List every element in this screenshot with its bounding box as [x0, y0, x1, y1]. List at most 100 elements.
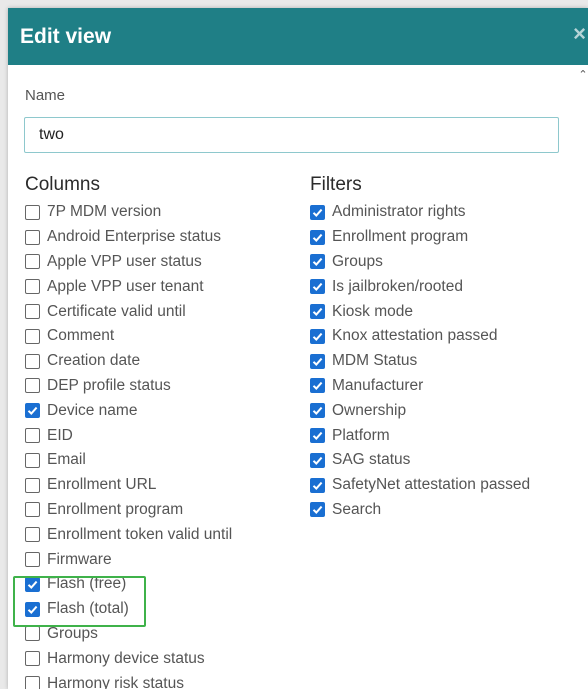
- column-item[interactable]: Groups: [25, 622, 232, 647]
- checkmark-icon: [312, 208, 323, 217]
- filter-item[interactable]: SafetyNet attestation passed: [310, 473, 530, 498]
- filter-item[interactable]: MDM Status: [310, 349, 530, 374]
- checkmark-icon: [312, 382, 323, 391]
- filter-item[interactable]: Groups: [310, 250, 530, 275]
- column-item[interactable]: Email: [25, 448, 232, 473]
- checkbox-unchecked[interactable]: [25, 651, 40, 667]
- checkbox-unchecked[interactable]: [25, 328, 40, 344]
- checkmark-icon: [312, 357, 323, 366]
- column-item-label: Comment: [47, 327, 115, 345]
- checkbox-unchecked[interactable]: [25, 353, 40, 369]
- checkbox-unchecked[interactable]: [25, 552, 40, 568]
- checkbox-unchecked[interactable]: [25, 229, 40, 245]
- checkbox-checked[interactable]: [310, 254, 325, 270]
- checkbox-checked[interactable]: [310, 353, 325, 369]
- column-item[interactable]: Comment: [25, 324, 232, 349]
- filter-item[interactable]: Search: [310, 498, 530, 523]
- columns-section: Columns 7P MDM version Android Enterprise…: [25, 173, 232, 689]
- checkbox-unchecked[interactable]: [25, 676, 40, 689]
- column-item[interactable]: Android Enterprise status: [25, 225, 232, 250]
- checkbox-unchecked[interactable]: [25, 279, 40, 295]
- scroll-up-icon[interactable]: ⌃: [578, 68, 588, 82]
- checkbox-checked[interactable]: [310, 304, 325, 320]
- column-item-label: Apple VPP user status: [47, 252, 202, 270]
- filter-item[interactable]: Ownership: [310, 398, 530, 423]
- checkbox-unchecked[interactable]: [25, 428, 40, 444]
- checkbox-unchecked[interactable]: [25, 502, 40, 518]
- column-item[interactable]: Enrollment URL: [25, 473, 232, 498]
- column-item[interactable]: Creation date: [25, 349, 232, 374]
- checkmark-icon: [312, 233, 323, 242]
- checkbox-checked[interactable]: [310, 279, 325, 295]
- checkbox-unchecked[interactable]: [25, 626, 40, 642]
- checkbox-checked[interactable]: [310, 403, 325, 419]
- column-item-label: DEP profile status: [47, 376, 171, 394]
- column-item-label: Enrollment program: [47, 500, 184, 518]
- checkmark-icon: [27, 407, 38, 416]
- column-item-label: Enrollment token valid until: [47, 525, 233, 543]
- checkbox-checked[interactable]: [310, 428, 325, 444]
- column-item[interactable]: Apple VPP user tenant: [25, 274, 232, 299]
- column-item[interactable]: EID: [25, 423, 232, 448]
- column-item[interactable]: Flash (free): [25, 572, 232, 597]
- checkmark-icon: [312, 481, 323, 490]
- column-item[interactable]: DEP profile status: [25, 374, 232, 399]
- column-item-label: Harmony risk status: [47, 674, 184, 689]
- filter-item[interactable]: Platform: [310, 423, 530, 448]
- column-item-label: 7P MDM version: [47, 203, 162, 221]
- checkmark-icon: [27, 580, 38, 589]
- filter-item-label: MDM Status: [332, 352, 418, 370]
- filter-item-label: Knox attestation passed: [332, 327, 498, 345]
- checkbox-checked[interactable]: [310, 452, 325, 468]
- checkbox-unchecked[interactable]: [25, 452, 40, 468]
- checkbox-checked[interactable]: [310, 229, 325, 245]
- checkmark-icon: [27, 605, 38, 614]
- filter-item[interactable]: Knox attestation passed: [310, 324, 530, 349]
- checkbox-checked[interactable]: [25, 403, 40, 419]
- dialog-header: Edit view ×: [8, 8, 588, 65]
- checkbox-checked[interactable]: [310, 204, 325, 220]
- close-icon[interactable]: ×: [573, 22, 586, 46]
- checkbox-checked[interactable]: [25, 601, 40, 617]
- checkmark-icon: [312, 456, 323, 465]
- column-item[interactable]: Certificate valid until: [25, 299, 232, 324]
- name-input[interactable]: [24, 117, 559, 153]
- checkbox-checked[interactable]: [310, 477, 325, 493]
- filter-item[interactable]: Enrollment program: [310, 225, 530, 250]
- column-item[interactable]: Harmony device status: [25, 646, 232, 671]
- checkbox-checked[interactable]: [310, 502, 325, 518]
- filter-item[interactable]: Administrator rights: [310, 200, 530, 225]
- column-item[interactable]: 7P MDM version: [25, 200, 232, 225]
- column-item-label: Harmony device status: [47, 649, 205, 667]
- column-item-label: Apple VPP user tenant: [47, 277, 204, 295]
- column-item[interactable]: Device name: [25, 398, 232, 423]
- filter-item[interactable]: Is jailbroken/rooted: [310, 274, 530, 299]
- checkbox-checked[interactable]: [25, 576, 40, 592]
- name-label: Name: [25, 87, 66, 104]
- filter-item-label: SafetyNet attestation passed: [332, 476, 531, 494]
- filter-item-label: Administrator rights: [332, 203, 466, 221]
- column-item[interactable]: Harmony risk status: [25, 671, 232, 689]
- checkbox-unchecked[interactable]: [25, 304, 40, 320]
- checkbox-unchecked[interactable]: [25, 204, 40, 220]
- column-item[interactable]: Enrollment token valid until: [25, 522, 232, 547]
- checkmark-icon: [312, 283, 323, 292]
- checkmark-icon: [312, 431, 323, 441]
- filter-item-label: Manufacturer: [332, 376, 424, 394]
- column-item[interactable]: Apple VPP user status: [25, 250, 232, 275]
- column-item[interactable]: Firmware: [25, 547, 232, 572]
- column-item-label: EID: [47, 426, 73, 444]
- checkbox-unchecked[interactable]: [25, 477, 40, 493]
- filter-item[interactable]: Kiosk mode: [310, 299, 530, 324]
- filter-item[interactable]: SAG status: [310, 448, 530, 473]
- checkbox-checked[interactable]: [310, 378, 325, 394]
- column-item[interactable]: Flash (total): [25, 597, 232, 622]
- checkbox-unchecked[interactable]: [25, 254, 40, 270]
- filter-item[interactable]: Manufacturer: [310, 374, 530, 399]
- checkbox-checked[interactable]: [310, 328, 325, 344]
- column-item[interactable]: Enrollment program: [25, 498, 232, 523]
- checkbox-unchecked[interactable]: [25, 378, 40, 394]
- checkbox-unchecked[interactable]: [25, 527, 40, 543]
- column-item-label: Device name: [47, 401, 138, 419]
- filters-heading: Filters: [310, 174, 362, 195]
